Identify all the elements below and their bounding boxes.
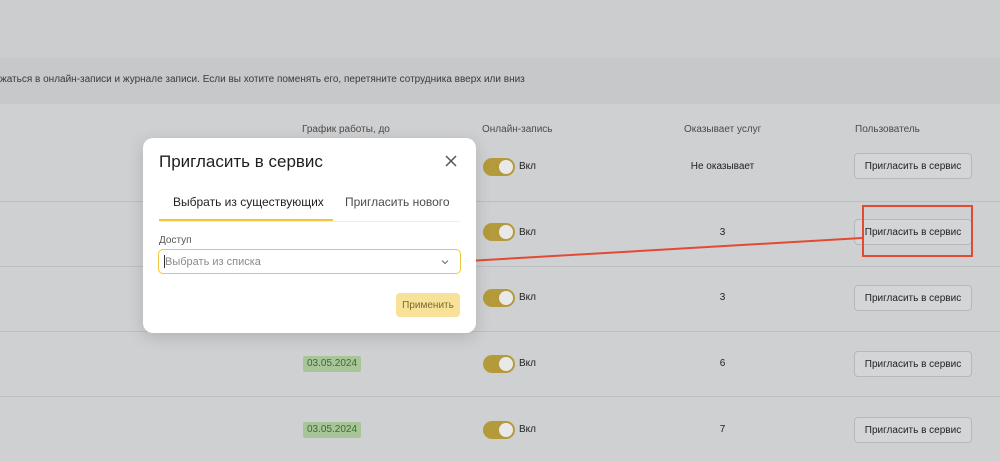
tab-invite-new[interactable]: Пригласить нового (345, 195, 450, 209)
modal-title: Пригласить в сервис (159, 152, 323, 171)
tab-divider (159, 221, 460, 222)
select-placeholder: Выбрать из списка (165, 256, 261, 268)
access-label: Доступ (159, 235, 192, 246)
invite-modal: Пригласить в сервис Выбрать из существую… (143, 138, 476, 333)
apply-button[interactable]: Применить (396, 293, 460, 317)
access-select[interactable]: Выбрать из списка (158, 249, 461, 274)
close-button[interactable] (443, 153, 459, 169)
chevron-down-icon (441, 260, 449, 265)
close-icon (445, 155, 457, 167)
tab-active-underline (159, 219, 333, 221)
tab-choose-existing[interactable]: Выбрать из существующих (173, 195, 324, 209)
